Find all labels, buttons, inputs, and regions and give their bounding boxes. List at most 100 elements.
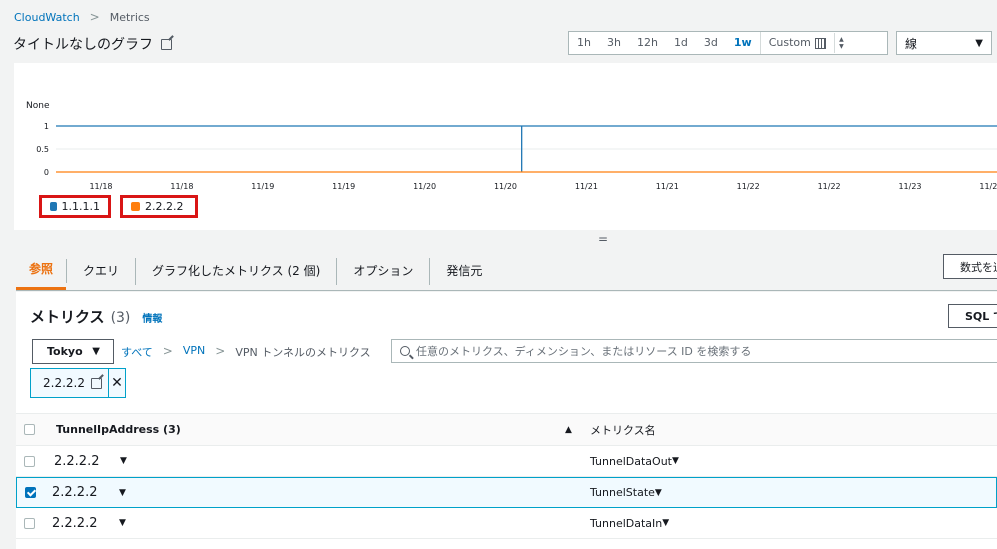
line-chart: None 1 0.5 0 11/18 11/18 11/19 11/19 11/20 11/20 1… — [26, 101, 997, 191]
edit-icon[interactable] — [161, 38, 172, 50]
time-range-1d[interactable]: 1d — [666, 32, 696, 54]
legend-swatch-1 — [50, 202, 57, 211]
resize-handle[interactable]: = — [598, 232, 608, 246]
row-ip-dropdown-icon[interactable]: ▼ — [120, 446, 127, 476]
x-tick-label: 11/23 — [979, 182, 997, 191]
row-metric-name: TunnelDataOut — [590, 454, 672, 468]
legend-label-2: 2.2.2.2 — [145, 200, 184, 213]
page-title: タイトルなしのグラフ — [13, 34, 172, 54]
nav-all-link[interactable]: すべて — [121, 344, 153, 360]
tab-bar: 参照 クエリ グラフ化したメトリクス (2 個) オプション 発信元 — [16, 252, 997, 291]
x-tick-label: 11/21 — [575, 182, 598, 191]
custom-label: Custom — [768, 36, 811, 49]
row-metric-dropdown-icon[interactable]: ▼ — [662, 518, 669, 528]
time-range-custom[interactable]: Custom — [759, 32, 834, 54]
table-row[interactable]: 2.2.2.2 ▼ TunnelDataIn ▼ — [16, 508, 997, 539]
breadcrumb-separator: > — [89, 10, 100, 24]
column-header-ip[interactable]: TunnelIpAddress (3) — [56, 414, 181, 445]
table-header: TunnelIpAddress (3) ▲ メトリクス名 — [16, 413, 997, 446]
row-metric: TunnelState ▼ — [590, 478, 662, 507]
nav-separator: > — [215, 344, 226, 358]
filter-chip: 2.2.2.2 ✕ — [30, 368, 126, 398]
legend-item-1[interactable]: 1.1.1.1 — [39, 195, 111, 218]
sql-button[interactable]: SQL で — [948, 304, 997, 328]
table-row[interactable]: 2.2.2.2 ▼ TunnelState ▼ — [16, 477, 997, 508]
metrics-search-input[interactable]: 任意のメトリクス、ディメンション、またはリソース ID を検索する — [391, 339, 997, 363]
row-metric-name: TunnelDataIn — [590, 516, 663, 530]
breadcrumb-cloudwatch-link[interactable]: CloudWatch — [14, 11, 80, 24]
checkbox-icon — [24, 517, 35, 529]
region-value: Tokyo — [47, 345, 83, 358]
row-ip-dropdown-icon[interactable]: ▼ — [119, 478, 126, 507]
checkbox-checked-icon — [25, 487, 36, 498]
metrics-header: メトリクス (3) 情報 — [30, 306, 162, 327]
checkbox-icon — [24, 455, 35, 467]
tab-query[interactable]: クエリ — [67, 257, 137, 285]
spin-up-icon[interactable]: ▲ — [839, 36, 844, 43]
x-tick-label: 11/22 — [737, 182, 760, 191]
row-ip: 2.2.2.2 — [52, 515, 98, 531]
row-ip: 2.2.2.2 — [52, 485, 98, 500]
filter-chip-label[interactable]: 2.2.2.2 — [31, 369, 109, 397]
y-tick-label: 0 — [44, 168, 49, 177]
metrics-title: メトリクス — [30, 308, 105, 326]
time-range-12h[interactable]: 12h — [629, 32, 666, 54]
row-checkbox[interactable] — [25, 478, 36, 507]
row-ip: 2.2.2.2 — [54, 453, 100, 469]
row-metric-dropdown-icon[interactable]: ▼ — [655, 488, 662, 498]
table-row[interactable]: 2.2.2.2 ▼ TunnelDataOut ▼ — [16, 446, 997, 477]
tab-source[interactable]: 発信元 — [430, 258, 498, 285]
row-metric-name: TunnelState — [590, 486, 655, 499]
checkbox-icon — [24, 424, 35, 435]
time-range-1w[interactable]: 1w — [726, 32, 760, 54]
search-icon — [400, 346, 410, 356]
row-checkbox[interactable] — [24, 508, 35, 538]
close-icon[interactable]: ✕ — [109, 375, 125, 391]
x-tick-label: 11/18 — [89, 182, 112, 191]
graph-type-select[interactable]: 線 ▼ — [896, 31, 992, 55]
time-spinner[interactable]: ▲ ▼ — [833, 33, 848, 53]
chart-panel: None 1 0.5 0 11/18 11/18 11/19 11/19 11/20 11/20 1… — [14, 63, 997, 230]
legend-swatch-2 — [131, 202, 140, 211]
row-checkbox[interactable] — [24, 446, 35, 476]
caret-down-icon: ▼ — [975, 37, 983, 49]
region-select[interactable]: Tokyo ▼ — [32, 339, 114, 364]
y-tick-label: 1 — [44, 122, 49, 131]
tab-graphed-metrics[interactable]: グラフ化したメトリクス (2 個) — [136, 257, 338, 285]
time-range-3h[interactable]: 3h — [599, 32, 629, 54]
x-tick-label: 11/21 — [656, 182, 679, 191]
graph-type-value: 線 — [905, 36, 918, 51]
y-axis-label: None — [26, 101, 50, 111]
row-metric-dropdown-icon[interactable]: ▼ — [672, 456, 679, 466]
breadcrumb-current: Metrics — [109, 10, 150, 24]
filter-chip-text: 2.2.2.2 — [43, 376, 85, 390]
add-formula-button[interactable]: 数式を追 — [943, 254, 997, 279]
nav-vpn-link[interactable]: VPN — [183, 344, 205, 360]
info-link[interactable]: 情報 — [142, 310, 162, 325]
x-tick-label: 11/23 — [898, 182, 921, 191]
metrics-breadcrumb: すべて > VPN > VPN トンネルのメトリクス — [121, 344, 371, 360]
calendar-icon — [814, 37, 826, 49]
spin-down-icon[interactable]: ▼ — [839, 43, 844, 50]
row-metric: TunnelDataOut ▼ — [590, 446, 679, 476]
caret-down-icon: ▼ — [92, 346, 100, 357]
tab-browse[interactable]: 参照 — [16, 252, 67, 290]
column-header-metric[interactable]: メトリクス名 — [590, 414, 656, 445]
nav-current: VPN トンネルのメトリクス — [235, 346, 371, 359]
row-metric: TunnelDataIn ▼ — [590, 508, 669, 538]
time-range-selector: 1h 3h 12h 1d 3d 1w Custom ▲ ▼ — [568, 31, 888, 55]
time-range-1h[interactable]: 1h — [569, 32, 599, 54]
time-range-3d[interactable]: 3d — [696, 32, 726, 54]
select-all-checkbox[interactable] — [24, 414, 35, 445]
legend-item-2[interactable]: 2.2.2.2 — [120, 195, 198, 218]
legend-label-1: 1.1.1.1 — [61, 200, 100, 213]
x-tick-label: 11/20 — [413, 182, 436, 191]
sort-asc-icon[interactable]: ▲ — [565, 414, 572, 445]
row-ip-dropdown-icon[interactable]: ▼ — [119, 508, 126, 538]
breadcrumb: CloudWatch > Metrics — [14, 10, 150, 24]
edit-icon — [90, 377, 102, 389]
tab-options[interactable]: オプション — [337, 257, 431, 285]
x-tick-label: 11/20 — [494, 182, 517, 191]
x-tick-label: 11/19 — [251, 182, 274, 191]
y-tick-label: 0.5 — [36, 145, 49, 154]
